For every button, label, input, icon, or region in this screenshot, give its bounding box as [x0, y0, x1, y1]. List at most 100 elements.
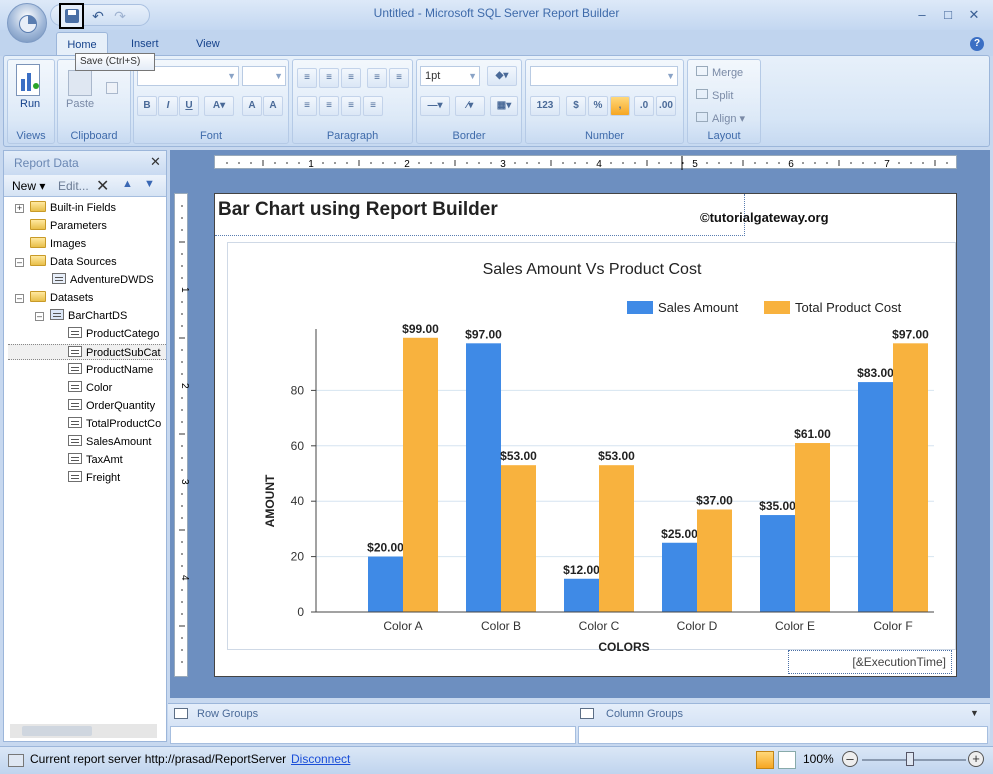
tree-item[interactable]: Parameters — [30, 218, 107, 234]
increase-decimal-button[interactable]: .0 — [634, 96, 654, 116]
tab-insert[interactable]: Insert — [131, 38, 159, 50]
align-right-button[interactable]: ≡ — [341, 96, 361, 116]
tree-item[interactable]: Images — [30, 236, 86, 252]
tree-item-label: ProductCatego — [86, 328, 160, 340]
copy-icon[interactable] — [106, 82, 118, 94]
move-up-icon[interactable]: ▲ — [122, 178, 133, 190]
tree-item[interactable]: OrderQuantity — [68, 398, 155, 414]
font-size-combo[interactable]: ▼ — [242, 66, 286, 86]
merge-button[interactable]: Merge — [696, 66, 743, 79]
tree-item[interactable]: BarChartDS — [50, 308, 127, 324]
tree-item[interactable]: Color — [68, 380, 112, 396]
chart-region[interactable]: Sales Amount Vs Product Cost Sales Amoun… — [227, 242, 957, 654]
close-window-button[interactable]: ✕ — [964, 6, 984, 24]
y-axis-title: AMOUNT — [263, 474, 277, 527]
tree-item[interactable]: TotalProductCo — [68, 416, 161, 432]
tree-item-label: Color — [86, 382, 113, 394]
tree-item[interactable]: Data Sources — [30, 254, 117, 270]
field-icon — [68, 381, 82, 392]
delete-icon[interactable]: ✕ — [96, 176, 109, 196]
edit-button[interactable]: Edit... — [58, 179, 89, 193]
disconnect-link[interactable]: Disconnect — [291, 752, 350, 766]
ruler-label: 4 — [179, 575, 189, 581]
expander-minus-icon[interactable]: – — [15, 258, 24, 267]
close-pane-icon[interactable]: ✕ — [150, 154, 161, 170]
row-groups-area[interactable] — [170, 726, 576, 744]
align-middle-button[interactable]: ≡ — [319, 68, 339, 88]
x-tick-label: Color D — [677, 619, 718, 633]
currency-button[interactable]: $ — [566, 96, 586, 116]
help-icon[interactable]: ? — [970, 37, 984, 51]
percent-button[interactable]: % — [588, 96, 608, 116]
align-top-button[interactable]: ≡ — [297, 68, 317, 88]
tree-item[interactable]: TaxAmt — [68, 452, 123, 468]
tree-item[interactable]: ProductName — [68, 362, 153, 378]
move-down-icon[interactable]: ▼ — [144, 178, 155, 190]
expander-minus-icon[interactable]: – — [15, 294, 24, 303]
report-builder-logo-icon — [19, 15, 37, 33]
paste-icon[interactable] — [68, 70, 92, 96]
tree-item[interactable]: ProductCatego — [68, 326, 159, 342]
tree-item[interactable]: AdventureDWDS — [52, 272, 154, 288]
align-center-button[interactable]: ≡ — [319, 96, 339, 116]
number-format-combo[interactable]: ▼ — [530, 66, 678, 86]
shrink-font-button[interactable]: A — [263, 96, 283, 116]
folder-icon — [30, 237, 46, 248]
zoom-in-icon[interactable]: + — [968, 751, 984, 767]
horizontal-scrollbar[interactable] — [10, 724, 157, 738]
expander-plus-icon[interactable]: + — [15, 204, 24, 213]
preview-view-icon[interactable] — [778, 751, 796, 769]
grow-font-button[interactable]: A — [242, 96, 262, 116]
bar — [858, 382, 893, 612]
zoom-out-icon[interactable]: – — [842, 751, 858, 767]
execution-time-textbox[interactable]: [&ExecutionTime] — [788, 650, 952, 674]
tree-item[interactable]: Datasets — [30, 290, 93, 306]
italic-button[interactable]: I — [158, 96, 178, 116]
save-button[interactable] — [59, 3, 84, 29]
minimize-button[interactable]: – — [912, 6, 932, 24]
expander-minus-icon[interactable]: – — [35, 312, 44, 321]
decrease-decimal-button[interactable]: .00 — [656, 96, 676, 116]
tree-item-selected[interactable]: ProductSubCat — [8, 344, 166, 360]
chevron-down-icon[interactable]: ▼ — [970, 708, 979, 718]
underline-button[interactable]: U — [179, 96, 199, 116]
new-label: New — [12, 179, 37, 193]
tree-item[interactable]: Freight — [68, 470, 120, 486]
tree-item[interactable]: Built-in Fields — [30, 200, 116, 216]
align-bottom-button[interactable]: ≡ — [341, 68, 361, 88]
increase-indent-button[interactable]: ≡ — [389, 68, 409, 88]
split-button[interactable]: Split — [696, 89, 733, 102]
paste-button[interactable]: Paste — [66, 98, 94, 110]
zoom-slider-track[interactable] — [862, 759, 966, 761]
tree-item-label: AdventureDWDS — [70, 274, 154, 286]
run-button[interactable]: Run — [20, 98, 40, 110]
new-button[interactable]: New ▾ — [12, 179, 45, 193]
column-groups-area[interactable] — [578, 726, 988, 744]
group-clipboard: Paste Clipboard — [57, 59, 131, 144]
border-style-button[interactable]: —▾ — [420, 96, 450, 116]
font-color-button[interactable]: A▾ — [204, 96, 234, 116]
bar-chart[interactable]: Sales Amount Vs Product Cost Sales Amoun… — [228, 243, 957, 654]
border-width-combo[interactable]: 1pt ▼ — [420, 66, 480, 86]
tab-view[interactable]: View — [196, 38, 220, 50]
tree-item[interactable]: SalesAmount — [68, 434, 151, 450]
ruler-label: 2 — [179, 383, 189, 389]
run-icon[interactable] — [16, 64, 40, 96]
bold-button[interactable]: B — [137, 96, 157, 116]
align-left-button[interactable]: ≡ — [297, 96, 317, 116]
line-color-button[interactable]: ∕▾ — [455, 96, 485, 116]
justify-button[interactable]: ≡ — [363, 96, 383, 116]
style-button[interactable]: , — [610, 96, 630, 116]
maximize-button[interactable]: □ — [938, 6, 958, 24]
placeholder-format-button[interactable]: 123 — [530, 96, 560, 116]
borders-button[interactable]: ▦▾ — [490, 96, 518, 116]
row-groups-icon — [174, 708, 188, 719]
tree-item-label: Freight — [86, 472, 121, 484]
application-menu-button[interactable] — [7, 3, 47, 43]
zoom-slider-thumb[interactable] — [906, 752, 914, 766]
design-view-icon[interactable] — [756, 751, 774, 769]
align-button[interactable]: Align ▾ — [696, 112, 745, 125]
report-title[interactable]: Bar Chart using Report Builder — [218, 199, 498, 221]
border-color-button[interactable]: ◆▾ — [487, 66, 517, 86]
decrease-indent-button[interactable]: ≡ — [367, 68, 387, 88]
